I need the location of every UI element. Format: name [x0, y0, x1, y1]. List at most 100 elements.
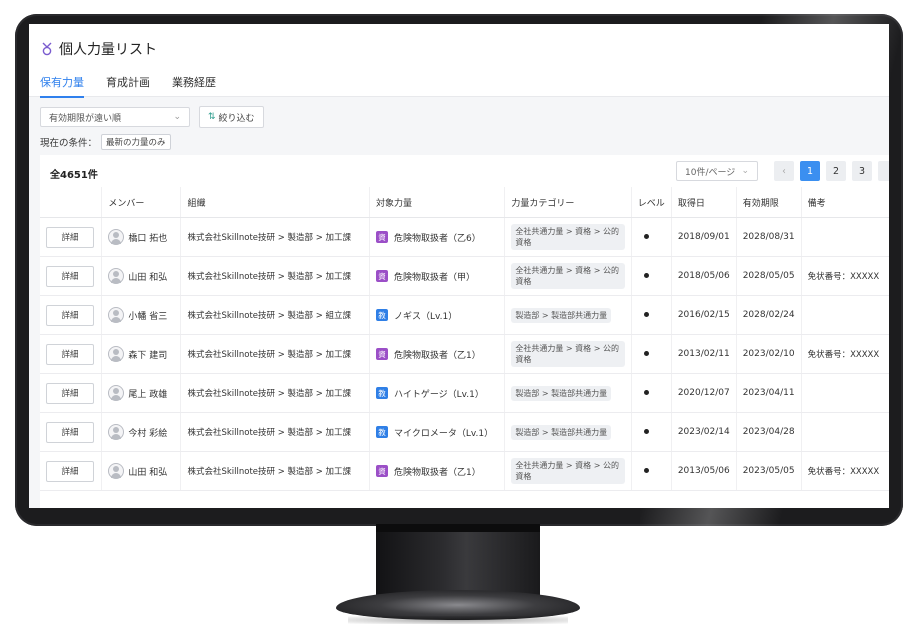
- expiry-cell: 2023/04/11: [736, 373, 802, 413]
- expiry-cell: 2023/05/05: [736, 451, 802, 491]
- detail-button[interactable]: 詳細: [46, 421, 94, 443]
- medal-icon: [42, 42, 52, 56]
- acquired-date: 2023/02/14: [677, 427, 730, 437]
- member[interactable]: 山田 和弘: [108, 463, 174, 479]
- member[interactable]: 今村 彩絵: [108, 424, 174, 440]
- filter-button[interactable]: ⇅ 絞り込む: [199, 106, 264, 128]
- acquired-date: 2018/09/01: [677, 232, 730, 242]
- member[interactable]: 尾上 政雄: [108, 385, 174, 401]
- education-badge: 教: [376, 387, 389, 399]
- page-title-row: 個人力量リスト: [41, 39, 157, 59]
- category-tag: 全社共通力量 > 資格 > 公的資格: [511, 263, 625, 289]
- list-toolbar: 有効期限が遠い順 ⌄ ⇅ 絞り込む: [40, 106, 264, 128]
- acquired-cell: 2020/12/07: [671, 373, 737, 413]
- table-row: 詳細 今村 彩絵 株式会社Skillnote技研 > 製造部 > 加工課 教マイクロメ…: [40, 412, 889, 452]
- member-cell: 今村 彩絵: [101, 412, 182, 452]
- expiry-date: 2028/02/24: [742, 310, 795, 320]
- category-cell: 製造部 > 製造部共通力量: [504, 373, 632, 413]
- org-path: 株式会社Skillnote技研 > 製造部 > 加工課: [187, 428, 352, 438]
- header-remark: 備考: [801, 187, 889, 218]
- condition-tag[interactable]: 最新の力量のみ: [101, 134, 171, 150]
- level-indicator: [643, 234, 649, 239]
- acquired-cell: 2023/02/14: [671, 412, 737, 452]
- detail-button[interactable]: 詳細: [46, 460, 94, 482]
- detail-cell: 詳細: [40, 412, 103, 452]
- level-indicator: [643, 273, 649, 278]
- tab-work-history[interactable]: 業務経歴: [172, 74, 216, 98]
- level-cell: [631, 256, 672, 296]
- skill-name: ノギス（Lv.1）: [394, 311, 458, 322]
- detail-button[interactable]: 詳細: [46, 382, 94, 404]
- skill-cell: 資危険物取扱者（乙1）: [369, 334, 506, 374]
- chevron-down-icon: ⌄: [173, 112, 181, 122]
- chevron-left-icon: ‹: [782, 165, 786, 177]
- expiry-date: 2023/05/05: [742, 466, 795, 476]
- member-name: 尾上 政雄: [128, 389, 168, 400]
- table-row: 詳細 山田 和弘 株式会社Skillnote技研 > 製造部 > 加工課 資危険物取扱…: [40, 451, 889, 491]
- category-tag: 製造部 > 製造部共通力量: [511, 307, 612, 323]
- conditions-label: 現在の条件：: [40, 138, 98, 149]
- prev-page-button[interactable]: ‹: [774, 161, 794, 181]
- detail-button[interactable]: 詳細: [46, 343, 94, 365]
- header-acquired-date: 取得日: [671, 187, 737, 218]
- page-button[interactable]: 3: [852, 161, 872, 181]
- current-conditions: 現在の条件： 最新の力量のみ: [40, 134, 171, 150]
- sort-select[interactable]: 有効期限が遠い順 ⌄: [40, 107, 190, 127]
- member-cell: 山田 和弘: [101, 256, 182, 296]
- member[interactable]: 山田 和弘: [108, 268, 174, 284]
- expiry-cell: 2028/08/31: [736, 217, 802, 257]
- org-cell: 株式会社Skillnote技研 > 製造部 > 加工課: [180, 217, 371, 257]
- category-cell: 全社共通力量 > 資格 > 公的資格: [504, 334, 632, 374]
- skill: 教マイクロメータ（Lv.1）: [376, 426, 498, 439]
- expiry-cell: 2023/04/28: [736, 412, 802, 452]
- tab-training-plan[interactable]: 育成計画: [106, 74, 150, 98]
- per-page-select[interactable]: 10件/ページ ⌄: [676, 161, 758, 181]
- org-cell: 株式会社Skillnote技研 > 製造部 > 加工課: [180, 256, 371, 296]
- expiry-date: 2023/04/28: [742, 427, 795, 437]
- monitor-neck-shadow: [376, 524, 540, 532]
- org-cell: 株式会社Skillnote技研 > 製造部 > 加工課: [180, 412, 371, 452]
- header-level: レベル: [631, 187, 672, 218]
- user-avatar-icon: [108, 424, 125, 440]
- next-page-button[interactable]: [878, 161, 889, 181]
- member[interactable]: 森下 建司: [108, 346, 174, 362]
- member-name: 今村 彩絵: [128, 428, 168, 439]
- skill-name: ハイトゲージ（Lv.1）: [394, 389, 484, 400]
- acquired-cell: 2018/05/06: [671, 256, 737, 296]
- expiry-date: 2028/08/31: [742, 232, 795, 242]
- acquired-date: 2013/05/06: [677, 466, 730, 476]
- detail-button[interactable]: 詳細: [46, 304, 94, 326]
- detail-cell: 詳細: [40, 295, 103, 335]
- page-button[interactable]: 1: [800, 161, 820, 181]
- expiry-date: 2028/05/05: [742, 271, 795, 281]
- detail-button[interactable]: 詳細: [46, 226, 94, 248]
- total-count: 全4651件: [50, 170, 98, 181]
- category-cell: 全社共通力量 > 資格 > 公的資格: [504, 256, 632, 296]
- member[interactable]: 小幡 省三: [108, 307, 174, 323]
- tab-holding-skills[interactable]: 保有力量: [40, 74, 84, 98]
- remark-cell: 免状番号：XXXXX: [801, 256, 889, 296]
- remark: 免状番号：XXXXX: [807, 467, 880, 477]
- user-avatar-icon: [108, 346, 125, 362]
- member[interactable]: 橋口 拓也: [108, 229, 174, 245]
- acquired-date: 2018/05/06: [677, 271, 730, 281]
- page-title: 個人力量リスト: [59, 42, 157, 58]
- level-indicator: [643, 351, 649, 356]
- page-button[interactable]: 2: [826, 161, 846, 181]
- expiry-cell: 2028/05/05: [736, 256, 802, 296]
- table-row: 詳細 橋口 拓也 株式会社Skillnote技研 > 製造部 > 加工課 資危険物取扱…: [40, 217, 889, 257]
- remark-cell: [801, 412, 889, 452]
- org-path: 株式会社Skillnote技研 > 製造部 > 加工課: [187, 272, 352, 282]
- app-screen: 個人力量リスト 保有力量 育成計画 業務経歴 有効期限が遠い順 ⌄ ⇅ 絞り込む…: [29, 24, 889, 508]
- level-indicator: [643, 429, 649, 434]
- acquired-cell: 2013/02/11: [671, 334, 737, 374]
- skill-name: 危険物取扱者（乙1）: [394, 350, 481, 361]
- detail-button[interactable]: 詳細: [46, 265, 94, 287]
- header-org: 組織: [180, 187, 371, 218]
- remark: 免状番号：XXXXX: [807, 272, 880, 282]
- remark-cell: [801, 217, 889, 257]
- detail-cell: 詳細: [40, 373, 103, 413]
- expiry-date: 2023/02/10: [742, 349, 795, 359]
- skill: 資危険物取扱者（乙1）: [376, 348, 498, 361]
- education-badge: 教: [376, 309, 389, 321]
